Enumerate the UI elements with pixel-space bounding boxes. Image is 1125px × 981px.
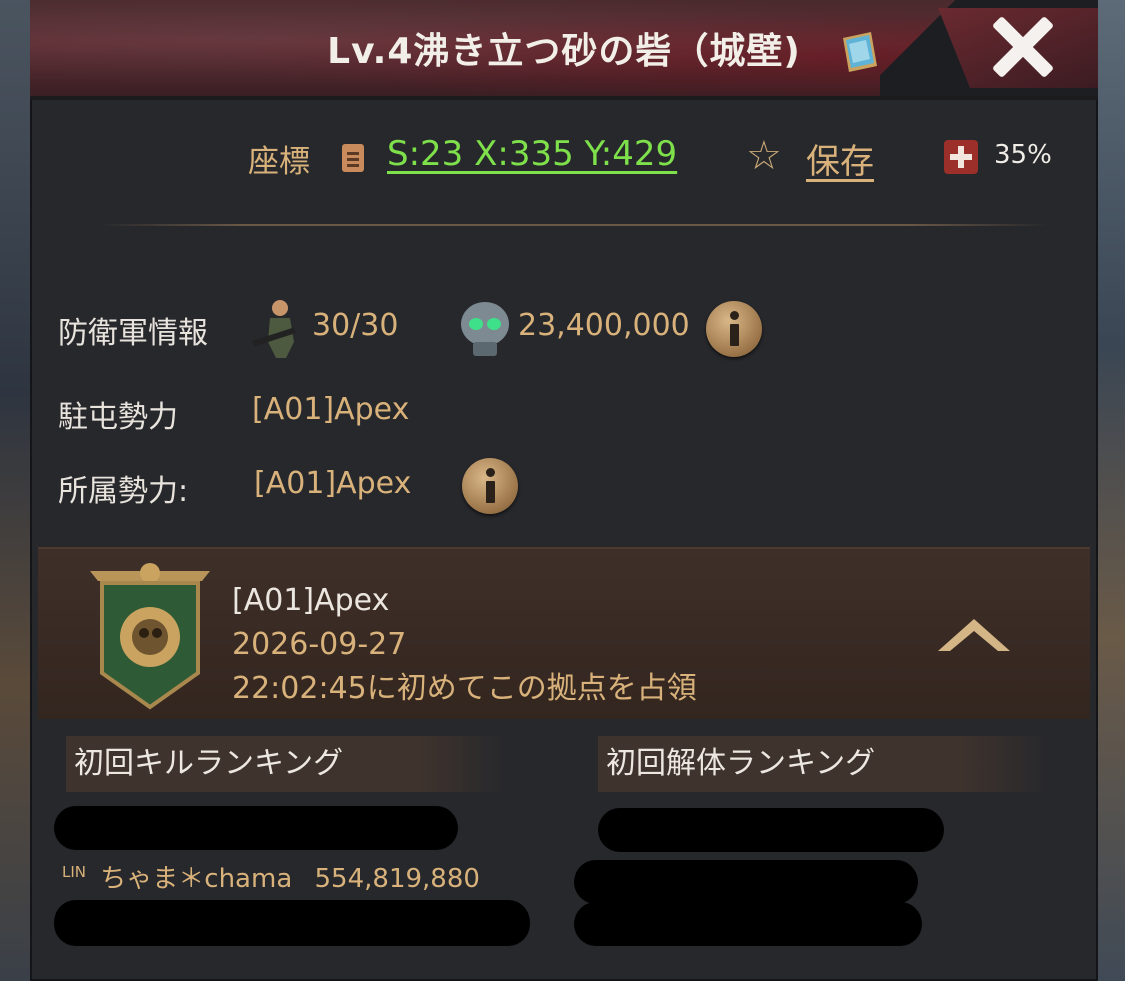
occupation-description: 22:02:45に初めてこの拠点を占領 <box>232 671 697 706</box>
redacted-entry <box>598 808 944 852</box>
garrison-label: 駐屯勢力 <box>58 400 178 435</box>
affiliation-info-button[interactable] <box>462 458 518 514</box>
coordinates-link[interactable]: S:23 X:335 Y:429 <box>387 134 677 174</box>
bonus-value: 35% <box>994 140 1052 170</box>
medical-bonus-icon <box>944 140 978 174</box>
power-value: 23,400,000 <box>518 308 690 343</box>
defense-info-label: 防衛軍情報 <box>58 316 208 351</box>
redacted-entry <box>574 902 922 946</box>
affiliation-label: 所属勢力: <box>58 474 189 509</box>
coordinates-row: 座標 S:23 X:335 Y:429 ☆ 保存 35% <box>30 132 1098 182</box>
affiliation-value: [A01]Apex <box>254 466 412 501</box>
fortress-info-panel: Lv.4沸き立つ砂の砦（城壁) 座標 S:23 X:335 Y:429 ☆ 保存… <box>30 0 1098 981</box>
redacted-entry <box>574 860 918 904</box>
alliance-emblem-icon <box>90 563 210 710</box>
chevron-up-icon[interactable] <box>934 611 1014 659</box>
dismantle-ranking-header: 初回解体ランキング <box>598 736 1048 792</box>
coordinates-label: 座標 <box>248 144 310 180</box>
copy-icon[interactable] <box>342 144 364 172</box>
redacted-entry <box>54 806 458 850</box>
entry-score: 554,819,880 <box>314 864 480 894</box>
garrison-value: [A01]Apex <box>252 392 410 427</box>
kill-ranking-entry: LIN ちゃま＊chama 554,819,880 <box>62 858 480 895</box>
divider <box>100 224 1050 226</box>
save-link[interactable]: 保存 <box>806 134 874 183</box>
soldier-icon <box>252 300 296 358</box>
defense-info-button[interactable] <box>706 301 762 357</box>
troops-value: 30/30 <box>312 308 399 343</box>
occupation-date: 2026-09-27 <box>232 627 407 662</box>
redacted-entry <box>54 900 530 946</box>
occupation-alliance: [A01]Apex <box>232 583 390 618</box>
skull-icon <box>461 302 509 356</box>
occupation-record: [A01]Apex 2026-09-27 22:02:45に初めてこの拠点を占領 <box>38 547 1090 719</box>
close-button-frame <box>880 0 1098 96</box>
background-left <box>0 0 30 981</box>
title-bar: Lv.4沸き立つ砂の砦（城壁) <box>30 0 1098 100</box>
entry-tag: LIN <box>62 863 87 882</box>
book-icon <box>843 32 877 72</box>
entry-name: ちゃま＊chama <box>100 864 293 894</box>
star-icon[interactable]: ☆ <box>746 136 782 176</box>
kill-ranking-header: 初回キルランキング <box>66 736 506 792</box>
close-button[interactable] <box>990 14 1054 78</box>
